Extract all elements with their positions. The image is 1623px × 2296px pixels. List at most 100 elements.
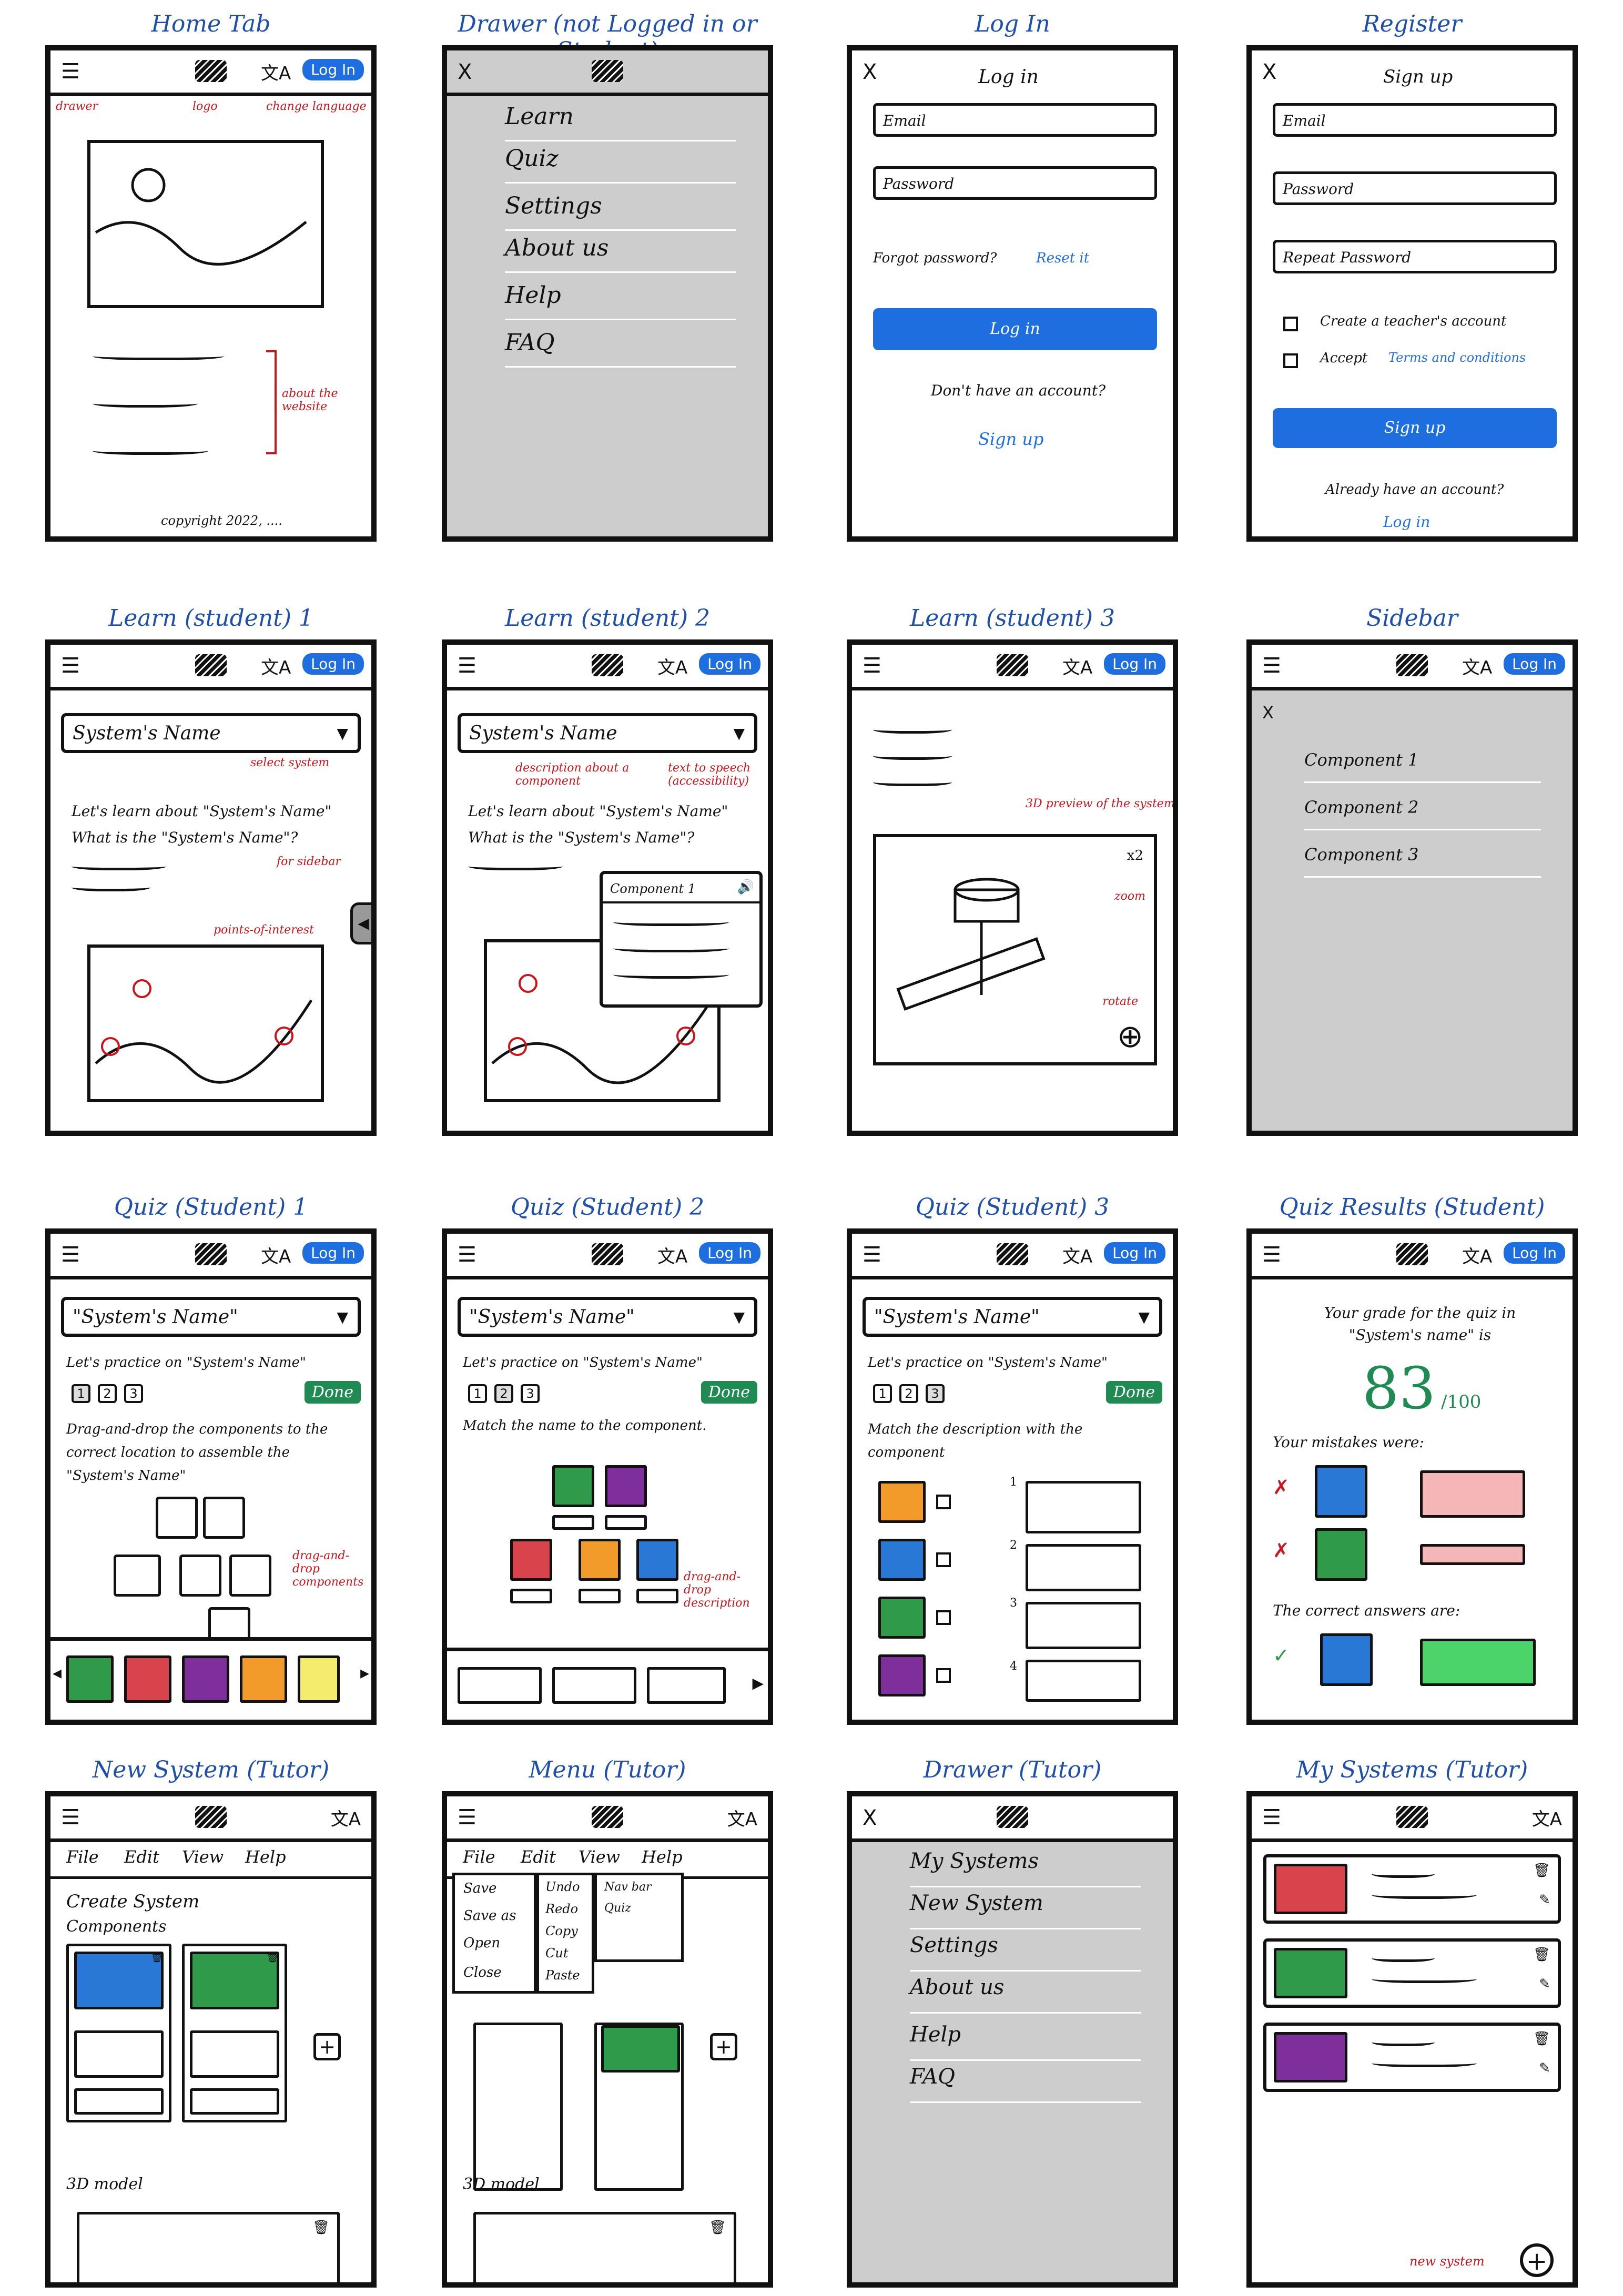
drop-slot[interactable] (229, 1555, 271, 1597)
trash-icon[interactable]: 🗑 (709, 2220, 726, 2236)
sidebar-handle[interactable]: ◀ (350, 902, 371, 944)
drop-slot[interactable] (179, 1555, 221, 1597)
add-component-button[interactable]: + (710, 2033, 737, 2060)
poi-icon[interactable] (133, 979, 151, 998)
name-slot[interactable] (605, 1515, 647, 1530)
translate-icon[interactable]: 文A (657, 653, 687, 679)
translate-icon[interactable]: 文A (1062, 653, 1092, 679)
menu-view[interactable]: View (182, 1847, 224, 1867)
add-component-button[interactable]: + (313, 2033, 341, 2060)
logo-icon[interactable] (1396, 654, 1428, 676)
done-button[interactable]: Done (701, 1381, 757, 1404)
email-field[interactable]: Email (1273, 103, 1557, 137)
name-slot[interactable] (579, 1589, 621, 1603)
name-chip[interactable] (552, 1667, 636, 1704)
logo-icon[interactable] (195, 654, 227, 676)
pencil-icon[interactable]: ✎ (1539, 1892, 1550, 1908)
hamburger-icon[interactable]: ☰ (61, 61, 80, 82)
menu-edit[interactable]: Edit (521, 1847, 556, 1867)
logo-icon[interactable] (195, 60, 227, 82)
question-2-tab[interactable]: 2 (98, 1384, 117, 1403)
translate-icon[interactable]: 文A (1532, 1805, 1562, 1831)
system-select[interactable]: "System's Name" ▼ (61, 1297, 361, 1337)
login-button[interactable]: Log In (1504, 1242, 1565, 1264)
component-tile[interactable] (182, 1655, 229, 1703)
answer-checkbox[interactable] (936, 1668, 951, 1683)
name-slot[interactable] (552, 1515, 594, 1530)
component-tile[interactable] (124, 1655, 171, 1703)
close-icon[interactable]: X (1262, 60, 1276, 84)
question-3-tab[interactable]: 3 (124, 1384, 143, 1403)
translate-icon[interactable]: 文A (261, 59, 291, 85)
login-submit-button[interactable]: Log in (873, 308, 1157, 350)
logo-icon[interactable] (592, 654, 623, 676)
translate-icon[interactable]: 文A (1062, 1242, 1092, 1268)
drawer-item-about[interactable]: About us (910, 1975, 1141, 2014)
system-select[interactable]: System's Name ▼ (458, 713, 757, 753)
poi-icon[interactable] (275, 1027, 293, 1045)
logo-icon[interactable] (997, 654, 1028, 676)
drop-slot[interactable] (114, 1555, 161, 1597)
trash-icon[interactable]: 🗑 (1533, 1863, 1550, 1878)
close-icon[interactable]: X (458, 60, 472, 84)
add-system-button[interactable]: + (1520, 2243, 1554, 2277)
hamburger-icon[interactable]: ☰ (61, 655, 80, 676)
translate-icon[interactable]: 文A (657, 1242, 687, 1268)
trash-icon[interactable]: 🗑 (150, 1950, 164, 1963)
system-select[interactable]: "System's Name" ▼ (458, 1297, 757, 1337)
hamburger-icon[interactable]: ☰ (1262, 655, 1281, 676)
translate-icon[interactable]: 文A (727, 1805, 757, 1831)
drawer-item-my-systems[interactable]: My Systems (910, 1849, 1141, 1887)
menu-help[interactable]: Help (642, 1847, 683, 1867)
terms-link[interactable]: Terms and conditions (1388, 350, 1526, 365)
pencil-icon[interactable]: ✎ (1539, 2060, 1550, 2076)
component-description[interactable] (74, 2030, 164, 2078)
answer-checkbox[interactable] (936, 1495, 951, 1509)
reset-link[interactable]: Reset it (1036, 250, 1089, 266)
menu-edit[interactable]: Edit (124, 1847, 159, 1867)
question-1-tab[interactable]: 1 (72, 1384, 90, 1403)
answer-checkbox[interactable] (936, 1610, 951, 1625)
menu-file[interactable]: File (66, 1847, 99, 1867)
menu-item-copy[interactable]: Copy (545, 1924, 578, 1938)
component-description[interactable] (190, 2030, 279, 2078)
logo-icon[interactable] (1396, 1806, 1428, 1828)
login-button[interactable]: Log In (1504, 653, 1565, 675)
menu-item-cut[interactable]: Cut (545, 1946, 568, 1960)
logo-icon[interactable] (195, 1806, 227, 1828)
name-chip[interactable] (458, 1667, 542, 1704)
system-row[interactable]: 🗑 ✎ (1263, 1938, 1561, 2008)
trash-icon[interactable]: 🗑 (1533, 2031, 1550, 2047)
menu-item-open[interactable]: Open (463, 1935, 500, 1951)
menu-item-save[interactable]: Save (463, 1881, 496, 1896)
hamburger-icon[interactable]: ☰ (863, 1244, 881, 1265)
hamburger-icon[interactable]: ☰ (458, 655, 476, 676)
login-button[interactable]: Log In (302, 1242, 364, 1264)
close-icon[interactable]: X (863, 60, 877, 84)
name-slot[interactable] (510, 1589, 552, 1603)
system-row[interactable]: 🗑 ✎ (1263, 2023, 1561, 2092)
hamburger-icon[interactable]: ☰ (1262, 1244, 1281, 1265)
email-field[interactable]: Email (873, 103, 1157, 137)
signup-link[interactable]: Sign up (978, 429, 1044, 449)
drawer-item-faq[interactable]: FAQ (910, 2065, 1141, 2103)
password-field[interactable]: Password (873, 166, 1157, 200)
hamburger-icon[interactable]: ☰ (1262, 1807, 1281, 1828)
component-name[interactable] (74, 2088, 164, 2115)
poi-icon[interactable] (101, 1037, 120, 1056)
component-tile[interactable] (298, 1655, 340, 1703)
login-link[interactable]: Log in (1383, 513, 1430, 531)
hamburger-icon[interactable]: ☰ (458, 1244, 476, 1265)
trash-icon[interactable]: 🗑 (312, 2220, 330, 2236)
translate-icon[interactable]: 文A (331, 1805, 361, 1831)
poi-icon[interactable] (676, 1027, 695, 1045)
zoom-value[interactable]: x2 (1127, 848, 1143, 863)
trash-icon[interactable]: 🗑 (266, 1950, 279, 1963)
chevron-right-icon[interactable]: ▶ (360, 1667, 369, 1680)
drawer-item-learn[interactable]: Learn (505, 103, 736, 141)
drawer-item-about[interactable]: About us (505, 235, 736, 273)
menu-item-paste[interactable]: Paste (545, 1968, 580, 1983)
sidebar-item-component-1[interactable]: Component 1 (1304, 750, 1541, 783)
hamburger-icon[interactable]: ☰ (458, 1807, 476, 1828)
speaker-icon[interactable]: 🔊 (737, 879, 754, 895)
